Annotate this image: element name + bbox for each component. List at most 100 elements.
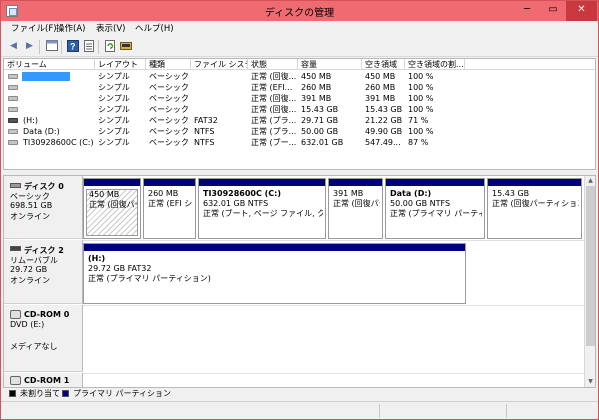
scroll-down-icon[interactable]: ▼ xyxy=(586,377,595,386)
refresh-icon[interactable] xyxy=(103,40,116,53)
volume-cell-fs xyxy=(191,82,248,93)
partition-block[interactable]: Data (D:)50.00 GB NTFS正常 (プライマリ パーティション xyxy=(385,178,485,239)
scroll-up-icon[interactable]: ▲ xyxy=(586,176,595,185)
hard-disk-icon xyxy=(10,183,21,188)
status-cell xyxy=(506,404,507,418)
maximize-button[interactable]: ▭ xyxy=(540,1,566,21)
column-header-filesystem[interactable]: ファイル システム xyxy=(191,59,248,70)
volume-cell-status: 正常 (回復... xyxy=(251,94,297,103)
volume-cell-layout: シンプル xyxy=(98,127,130,136)
volume-cell-fs: FAT32 xyxy=(194,116,218,125)
volume-cell-type: ベーシック xyxy=(149,127,189,136)
help-icon[interactable]: ? xyxy=(66,40,79,53)
row-divider xyxy=(83,305,595,306)
partition-block[interactable]: 391 MB正常 (回復パー xyxy=(328,178,383,239)
volume-cell-status: 正常 (ブー... xyxy=(251,138,297,147)
disk-title: CD-ROM 0 xyxy=(24,310,70,319)
console-icon[interactable] xyxy=(45,40,58,53)
partition-block[interactable]: 15.43 GB 正常 (回復パーティション xyxy=(487,178,582,239)
disk-map-scrollbar[interactable]: ▲ ▼ xyxy=(584,176,595,387)
column-header-volume[interactable]: ボリューム xyxy=(4,59,95,70)
disk-size: 29.72 GB xyxy=(10,265,48,274)
volume-row[interactable]: シンプル ベーシック 正常 (回復... 450 MB 450 MB 100 % xyxy=(4,71,595,82)
partition-details: 391 MB正常 (回復パー xyxy=(331,189,380,236)
disk-map: ディスク 0 ベーシック 698.51 GB オンライン 450 MB 正常 (回… xyxy=(3,175,596,388)
legend-unallocated: 未割り当て xyxy=(20,389,60,398)
media-status: メディアなし xyxy=(10,342,58,351)
partition-title: (H:) xyxy=(88,254,106,263)
cdrom-1-label[interactable]: CD-ROM 1 xyxy=(4,373,83,387)
volume-cell-capacity: 29.71 GB xyxy=(301,116,339,125)
volume-cell-pct: 100 % xyxy=(408,94,434,103)
toolbar-separator xyxy=(61,40,62,54)
drive-icon xyxy=(8,107,18,112)
volume-cell-name: (H:) xyxy=(23,116,38,125)
disk-settings-icon[interactable] xyxy=(119,40,132,53)
partition-details: 260 MB 正常 (EFI シ xyxy=(146,189,193,236)
volume-row[interactable]: シンプル ベーシック 正常 (回復... 15.43 GB 15.43 GB 100 % xyxy=(4,104,595,115)
volume-row[interactable]: (H:) シンプル ベーシック FAT32 正常 (プラ... 29.71 GB 21.22… xyxy=(4,115,595,126)
close-button[interactable]: ✕ xyxy=(566,1,597,21)
back-arrow-icon[interactable]: ◀ xyxy=(7,40,20,53)
volume-row[interactable]: シンプル ベーシック 正常 (回復... 391 MB 391 MB 100 % xyxy=(4,93,595,104)
disk-2-label[interactable]: ディスク 2 リムーバブル 29.72 GB オンライン xyxy=(4,240,83,304)
row-divider xyxy=(83,373,595,374)
column-header-type[interactable]: 種類 xyxy=(146,59,191,70)
partition-block[interactable]: 450 MB正常 (回復パーテ xyxy=(83,178,141,239)
column-header-free-percent[interactable]: 空き領域の割... xyxy=(405,59,465,70)
minimize-button[interactable]: ─ xyxy=(514,1,540,21)
disk-size: 698.51 GB xyxy=(10,201,53,210)
volume-cell-type: ベーシック xyxy=(149,83,189,92)
partition-details: 15.43 GB 正常 (回復パーティション xyxy=(490,189,579,236)
row-divider xyxy=(83,240,595,241)
volume-cell-fs xyxy=(191,104,248,115)
volume-cell-name xyxy=(20,82,95,93)
menu-file[interactable]: ファイル(F) xyxy=(11,23,57,35)
forward-arrow-icon[interactable]: ▶ xyxy=(23,40,36,53)
column-header-capacity[interactable]: 容量 xyxy=(298,59,362,70)
column-header-status[interactable]: 状態 xyxy=(248,59,298,70)
partition-status: 正常 (回復パーテ xyxy=(89,200,137,209)
legend: 未割り当て プライマリ パーティション xyxy=(3,388,596,399)
partition-block[interactable]: (H:) 29.72 GB FAT32 正常 (プライマリ パーティション) xyxy=(83,243,466,304)
legend-primary-partition: プライマリ パーティション xyxy=(73,389,172,398)
partition-size: 50.00 GB NTFS xyxy=(390,199,451,208)
properties-icon[interactable] xyxy=(82,40,95,53)
title-bar[interactable]: ディスクの管理 ─ ▭ ✕ xyxy=(1,1,598,21)
partition-status: 正常 (回復パーティション xyxy=(492,199,579,208)
toolbar: ◀ ▶ ? xyxy=(1,37,598,57)
menu-view[interactable]: 表示(V) xyxy=(96,23,125,35)
disk-status: オンライン xyxy=(10,276,50,285)
column-header-layout[interactable]: レイアウト xyxy=(95,59,146,70)
volume-cell-capacity: 260 MB xyxy=(301,83,332,92)
volume-cell-free: 450 MB xyxy=(365,72,396,81)
column-header-free-space[interactable]: 空き領域 xyxy=(362,59,405,70)
partition-block[interactable]: TI30928600C (C:) 632.01 GB NTFS 正常 (ブート, ペ… xyxy=(198,178,326,239)
volume-row[interactable]: TI30928600C (C:) シンプル ベーシック NTFS 正常 (ブー... 63… xyxy=(4,137,595,148)
volume-cell-layout: シンプル xyxy=(98,72,130,81)
volume-cell-capacity: 391 MB xyxy=(301,94,332,103)
menu-help[interactable]: ヘルプ(H) xyxy=(135,23,174,35)
volume-row[interactable]: Data (D:) シンプル ベーシック NTFS 正常 (プラ... 50.00 GB 4… xyxy=(4,126,595,137)
partition-block[interactable]: 260 MB 正常 (EFI シ xyxy=(143,178,196,239)
menu-action[interactable]: 操作(A) xyxy=(56,23,85,35)
toolbar-separator xyxy=(98,40,99,54)
volume-cell-type: ベーシック xyxy=(149,94,189,103)
partition-status: 正常 (プライマリ パーティション xyxy=(390,209,482,218)
drive-icon xyxy=(8,96,18,101)
partition-status: 正常 (プライマリ パーティション) xyxy=(88,274,211,283)
disk-0-label[interactable]: ディスク 0 ベーシック 698.51 GB オンライン xyxy=(4,176,83,239)
cdrom-0-label[interactable]: CD-ROM 0 DVD (E:) メディアなし xyxy=(4,305,83,372)
partition-status: 正常 (ブート, ページ ファイル, クラッシュ xyxy=(203,209,323,218)
volume-row[interactable]: シンプル ベーシック 正常 (EFI... 260 MB 260 MB 100 % xyxy=(4,82,595,93)
volume-cell-capacity: 450 MB xyxy=(301,72,332,81)
drive-type: DVD (E:) xyxy=(10,320,45,329)
volume-cell-pct: 71 % xyxy=(408,116,429,125)
volume-cell-pct: 87 % xyxy=(408,138,429,147)
volume-cell-fs: NTFS xyxy=(194,127,215,136)
window-title: ディスクの管理 xyxy=(264,8,335,19)
partition-status: 正常 (回復パー xyxy=(333,199,380,208)
volume-cell-free: 15.43 GB xyxy=(365,105,403,114)
volume-cell-status: 正常 (プラ... xyxy=(251,127,297,136)
scrollbar-thumb[interactable] xyxy=(586,186,595,346)
